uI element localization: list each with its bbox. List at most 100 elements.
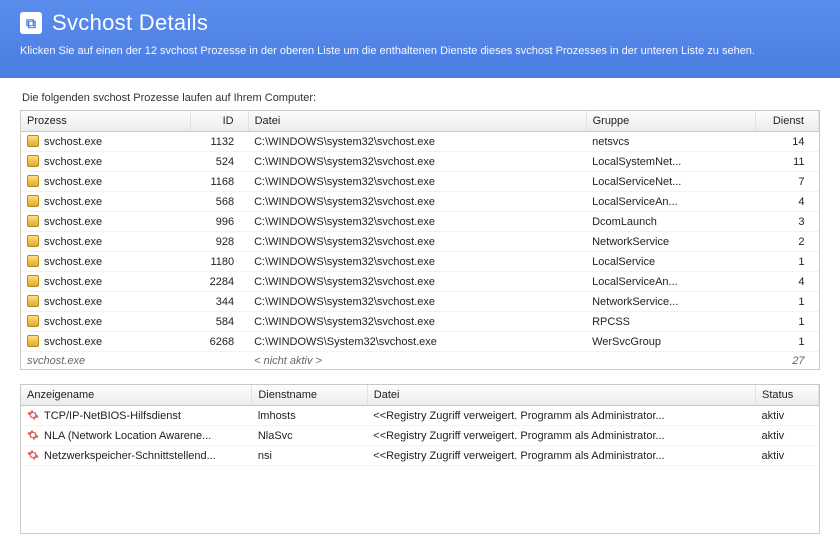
- page-description: Klicken Sie auf einen der 12 svchost Pro…: [20, 44, 800, 59]
- cell-process: svchost.exe: [21, 152, 190, 172]
- cell-id: 1180: [190, 252, 248, 272]
- col-service[interactable]: Dienst: [755, 111, 818, 132]
- cell-process: svchost.exe: [21, 232, 190, 252]
- table-row[interactable]: svchost.exe568C:\WINDOWS\system32\svchos…: [21, 192, 819, 212]
- cell-svc: 1: [755, 252, 818, 272]
- gear-icon: [27, 409, 39, 421]
- cell-svc: 1: [755, 332, 818, 352]
- cell-id: 1132: [190, 132, 248, 152]
- cell-svc: 1: [755, 292, 818, 312]
- cell-process-text: svchost.exe: [44, 176, 102, 188]
- process-icon: [27, 275, 39, 287]
- cell-group: LocalSystemNet...: [586, 152, 755, 172]
- cell-id: 928: [190, 232, 248, 252]
- cell-process: svchost.exe: [21, 192, 190, 212]
- table-row[interactable]: svchost.exe 1168C:\WINDOWS\system32\svcho…: [21, 172, 819, 192]
- table-row[interactable]: svchost.exe 928C:\WINDOWS\system32\svchos…: [21, 232, 819, 252]
- cell-svc: 4: [755, 192, 818, 212]
- col-process[interactable]: Prozess: [21, 111, 190, 132]
- table-row[interactable]: svchost.exe 996C:\WINDOWS\system32\svchos…: [21, 212, 819, 232]
- cell-id: 344: [190, 292, 248, 312]
- process-table-scroll[interactable]: Prozess ID Datei Gruppe Dienst svchost.e…: [21, 111, 819, 369]
- table-row[interactable]: NLA (Network Location Awarene...NlaSvc<<…: [21, 426, 819, 446]
- cell-process-text: svchost.exe: [44, 256, 102, 268]
- cell-svc: 3: [755, 212, 818, 232]
- top-section-label: Die folgenden svchost Prozesse laufen au…: [22, 92, 820, 104]
- cell-file: C:\WINDOWS\system32\svchost.exe: [248, 172, 586, 192]
- cell-id: 2284: [190, 272, 248, 292]
- col-servicename[interactable]: Dienstname: [252, 385, 367, 406]
- cell-displayname: NLA (Network Location Awarene...: [21, 426, 252, 446]
- cell-group: netsvcs: [586, 132, 755, 152]
- service-table-scroll[interactable]: Anzeigename Dienstname Datei Status TCP/…: [21, 385, 819, 533]
- table-row[interactable]: TCP/IP-NetBIOS-Hilfsdienstlmhosts<<Regis…: [21, 406, 819, 426]
- col-status[interactable]: Status: [756, 385, 819, 406]
- cell-svc: 4: [755, 272, 818, 292]
- cell-process: svchost.exe: [21, 272, 190, 292]
- process-icon: [27, 315, 39, 327]
- cell-process: svchost.exe: [21, 172, 190, 192]
- cell-status: aktiv: [756, 426, 819, 446]
- table-row[interactable]: svchost.exe1132C:\WINDOWS\system32\svcho…: [21, 132, 819, 152]
- cell-servicename: lmhosts: [252, 406, 367, 426]
- cell-file: C:\WINDOWS\system32\svchost.exe: [248, 232, 586, 252]
- table-row[interactable]: svchost.exe 2284C:\WINDOWS\system32\svcho…: [21, 272, 819, 292]
- cell-process-text: svchost.exe: [44, 236, 102, 248]
- cell-process-text: svchost.exe: [44, 296, 102, 308]
- cell-id: 1168: [190, 172, 248, 192]
- header: ⧉ Svchost Details Klicken Sie auf einen …: [0, 0, 840, 78]
- cell-svc: 2: [755, 232, 818, 252]
- cell-servicename: nsi: [252, 446, 367, 466]
- cell-svc: 14: [755, 132, 818, 152]
- cell-process-text: svchost.exe: [44, 276, 102, 288]
- cell-process-text: svchost.exe: [44, 336, 102, 348]
- service-table: Anzeigename Dienstname Datei Status TCP/…: [21, 385, 819, 466]
- cell-id: 6268: [190, 332, 248, 352]
- cell-process-text: svchost.exe: [44, 216, 102, 228]
- process-icon: [27, 235, 39, 247]
- table-row[interactable]: svchost.exe 1180C:\WINDOWS\system32\svcho…: [21, 252, 819, 272]
- cell-servicename: NlaSvc: [252, 426, 367, 446]
- table-row[interactable]: svchost.exe524C:\WINDOWS\system32\svchos…: [21, 152, 819, 172]
- process-icon: [27, 135, 39, 147]
- cell-file: C:\WINDOWS\system32\svchost.exe: [248, 272, 586, 292]
- cell-group: LocalServiceAn...: [586, 272, 755, 292]
- col-group[interactable]: Gruppe: [586, 111, 755, 132]
- col-file[interactable]: Datei: [248, 111, 586, 132]
- cell-svc: 11: [755, 152, 818, 172]
- cell-group: NetworkService: [586, 232, 755, 252]
- cell-group: WerSvcGroup: [586, 332, 755, 352]
- cell-process: svchost.exe: [21, 312, 190, 332]
- table-row-inactive[interactable]: svchost.exe< nicht aktiv >27: [21, 352, 819, 370]
- cell-status: aktiv: [756, 446, 819, 466]
- cell-displayname: TCP/IP-NetBIOS-Hilfsdienst: [21, 406, 252, 426]
- table-row[interactable]: svchost.exe344C:\WINDOWS\system32\svchos…: [21, 292, 819, 312]
- cell-file: C:\WINDOWS\System32\svchost.exe: [248, 332, 586, 352]
- col-displayname[interactable]: Anzeigename: [21, 385, 252, 406]
- gear-icon: [27, 429, 39, 441]
- cell-file: C:\WINDOWS\system32\svchost.exe: [248, 312, 586, 332]
- cell-file: C:\WINDOWS\system32\svchost.exe: [248, 132, 586, 152]
- service-table-header-row: Anzeigename Dienstname Datei Status: [21, 385, 819, 406]
- cell-file: C:\WINDOWS\system32\svchost.exe: [248, 192, 586, 212]
- app-icon: ⧉: [20, 12, 42, 34]
- cell-file: C:\WINDOWS\system32\svchost.exe: [248, 212, 586, 232]
- cell-file: < nicht aktiv >: [248, 352, 586, 370]
- table-row[interactable]: svchost.exe 6268C:\WINDOWS\System32\svcho…: [21, 332, 819, 352]
- cell-file: C:\WINDOWS\system32\svchost.exe: [248, 152, 586, 172]
- cell-file: C:\WINDOWS\system32\svchost.exe: [248, 252, 586, 272]
- cell-id: 996: [190, 212, 248, 232]
- table-row[interactable]: Netzwerkspeicher-Schnittstellend...nsi<<…: [21, 446, 819, 466]
- cell-id: 524: [190, 152, 248, 172]
- cell-process: svchost.exe: [21, 352, 190, 370]
- process-icon: [27, 155, 39, 167]
- cell-process: svchost.exe: [21, 132, 190, 152]
- process-icon: [27, 175, 39, 187]
- cell-process: svchost.exe: [21, 252, 190, 272]
- page-title: Svchost Details: [52, 10, 208, 36]
- col-servicefile[interactable]: Datei: [367, 385, 755, 406]
- cell-servicefile: <<Registry Zugriff verweigert. Programm …: [367, 446, 755, 466]
- table-row[interactable]: svchost.exe584C:\WINDOWS\system32\svchos…: [21, 312, 819, 332]
- col-id[interactable]: ID: [190, 111, 248, 132]
- service-table-panel: Anzeigename Dienstname Datei Status TCP/…: [20, 384, 820, 534]
